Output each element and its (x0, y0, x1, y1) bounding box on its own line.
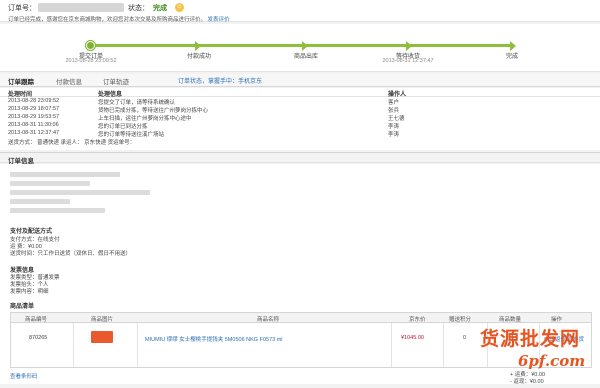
log-time: 2013-08-29 19:53:57 (8, 114, 60, 120)
tab-payment-info[interactable]: 付款信息 (56, 76, 82, 86)
redacted-address (10, 208, 105, 213)
log-header: 处理时间 处理信息 操作人 (0, 88, 600, 98)
tab-order-track[interactable]: 订单轨迹 (103, 76, 129, 86)
invoice-line: 发票内容：明细 (10, 289, 49, 295)
progress-arrow-icon (195, 41, 201, 51)
step-time: 2013-08-28 23:09:52 (65, 58, 117, 64)
redacted-address (10, 199, 70, 204)
redacted-address (10, 190, 150, 195)
log-row: 2013-08-31 12:37:47 您的订单等待送往溪广场站 李涛 (0, 129, 600, 138)
log-row: 2013-08-28 23:09:52 您提交了订单，请等待系统确认 客户 (0, 97, 600, 106)
goods-col-price: 京东价 (409, 317, 426, 323)
goods-points: 0 (463, 335, 467, 341)
goods-col-qty: 商品数量 (499, 317, 522, 323)
progress-arrow-icon (406, 41, 412, 51)
notice-bar: 订单已经完成，感谢您在京东商城购物，欢迎您对本次交易及所购商品进行评价。 发表评… (0, 14, 600, 24)
order-number-label: 订单号： (8, 5, 36, 12)
mobile-notice-link[interactable]: 订单状态，掌握手中：手机京东 (178, 76, 262, 85)
column-divider (137, 323, 138, 367)
product-thumbnail[interactable] (91, 331, 113, 343)
column-divider (391, 323, 392, 367)
review-link[interactable]: 发表评价 (208, 17, 230, 23)
watermark: 货源批发网 6pf.com (480, 324, 596, 382)
log-time: 2013-08-28 23:09:52 (8, 98, 60, 104)
goods-table-header: 商品编号 商品图片 商品名称 京东价 赠送积分 商品数量 操作 (11, 313, 591, 323)
tab-bar: 订单跟踪 付款信息 订单轨迹 订单状态，掌握手中：手机京东 (0, 74, 600, 87)
step-time: 2013-08-31 12:37:47 (382, 58, 434, 64)
order-number-redacted (38, 3, 124, 12)
log-time: 2013-08-29 18:07:57 (8, 106, 60, 112)
shipping-info: 送货方式： 普通快递 承运人： 京东快递 货运单号： (8, 140, 136, 146)
log-row: 2013-08-29 18:07:57 货物已完成分拣，等待送往广州萝岗分拣中心… (0, 105, 600, 114)
log-row: 2013-08-31 11:30:06 您的订单已到达分拣 李涛 (0, 121, 600, 130)
goods-name-link[interactable]: MIUMIU 缪缪 女士樱桃手提钱夹 5M0506 NKG F0573 ml (145, 335, 283, 343)
goods-section-title: 商品清单 (10, 304, 35, 310)
log-row: 2013-08-29 19:53:57 上车扫描，运往广州萝岗分拣中心途中 王七… (0, 113, 600, 122)
goods-col-name: 商品名称 (257, 317, 280, 323)
column-divider (73, 323, 74, 367)
log-operator: 李涛 (388, 132, 400, 138)
watermark-cn: 货源批发网 (480, 328, 581, 350)
progress-node-1 (86, 41, 95, 50)
payment-section-title: 支付及配送方式 (10, 229, 53, 235)
payment-line: 送货时间：只工作日送货（双休日、假日不用送） (10, 251, 132, 257)
goods-col-points: 赠送积分 (449, 317, 472, 323)
step-label: 完成 (505, 54, 518, 60)
step-label: 商品出库 (293, 54, 318, 60)
step-label: 付款成功 (186, 54, 211, 60)
column-divider (443, 323, 444, 367)
redacted-address (10, 172, 120, 177)
order-detail-page: 订单号： 状态： 完成 ☺ 订单已经完成，感谢您在京东商城购物，欢迎您对本次交易… (0, 0, 600, 388)
progress-arrow-icon (510, 41, 516, 51)
redacted-address (10, 181, 90, 186)
status-label: 状态： (128, 5, 149, 12)
notice-text: 订单已经完成，感谢您在京东商城购物，欢迎您对本次交易及所购商品进行评价。 (8, 17, 207, 23)
tab-order-tracking[interactable]: 订单跟踪 (8, 76, 34, 86)
goods-col-id: 商品编号 (25, 317, 48, 323)
goods-col-action: 操作 (551, 317, 563, 323)
order-info-header: 订单信息 (0, 152, 600, 165)
goods-price: ¥1045.00 (401, 335, 424, 341)
tracking-log: 处理时间 处理信息 操作人 2013-08-28 23:09:52 您提交了订单… (0, 88, 600, 150)
progress-arrow-icon (302, 41, 308, 51)
progress-track (90, 44, 512, 47)
barcode-link[interactable]: 查看条形码 (10, 372, 38, 380)
log-info: 您的订单等待送往溪广场站 (98, 132, 165, 138)
smile-icon: ☺ (175, 3, 184, 12)
goods-col-image: 商品图片 (91, 317, 114, 323)
goods-id: 870265 (29, 335, 48, 341)
log-time: 2013-08-31 12:37:47 (8, 130, 60, 136)
watermark-url: 6pf.com (518, 352, 586, 370)
order-progress: 提交订单 2013-08-28 23:09:52 付款成功 商品出库 等待收货 … (0, 24, 600, 72)
log-time: 2013-08-31 11:30:06 (8, 122, 59, 128)
status-value: 完成 (153, 5, 167, 12)
